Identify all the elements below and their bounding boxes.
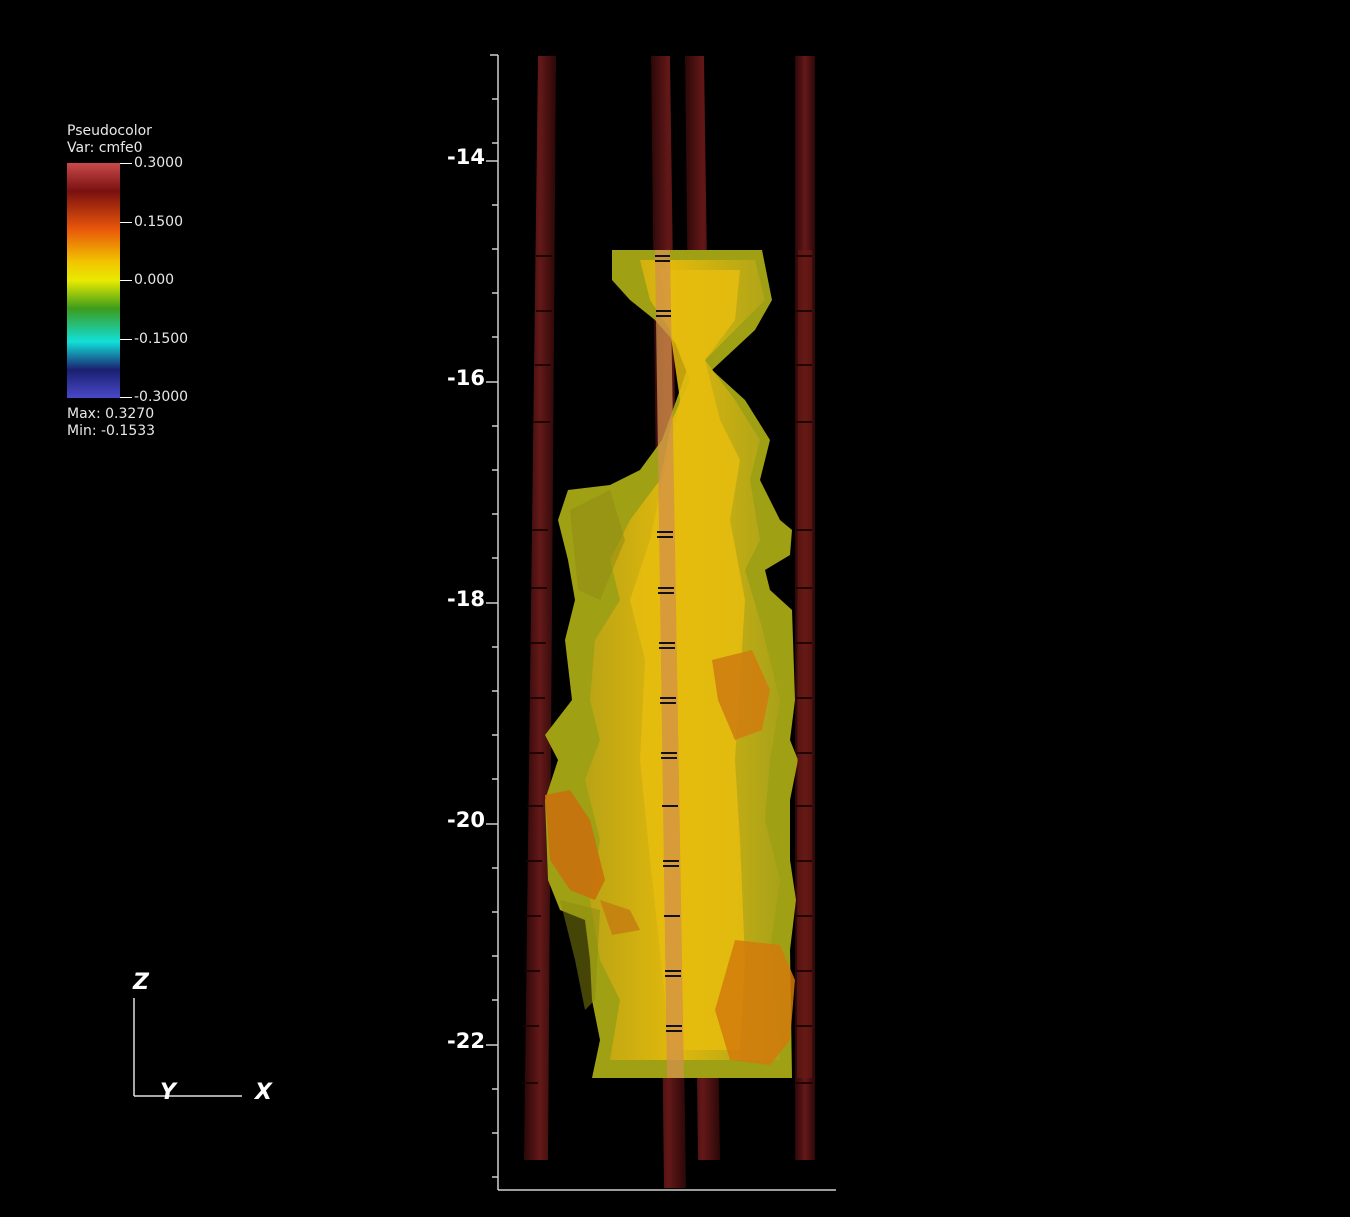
triad-y-label: Y [160,1080,176,1105]
legend-tick-label: -0.3000 [134,389,189,405]
legend-variable: Var: cmfe0 [67,140,143,156]
z-tick-label: -16 [447,366,485,390]
legend-max: Max: 0.3270 [67,406,155,422]
axis-triad [133,998,242,1097]
legend-title: Pseudocolor [67,123,152,139]
legend-color-bar [67,163,120,398]
legend-tick-label: 0.1500 [134,214,183,230]
legend-tick-label: 0.3000 [134,155,183,171]
triad-z-label: Z [133,970,149,995]
triad-x-label: X [255,1080,272,1105]
legend-tick [120,163,132,164]
legend-tick-label: -0.1500 [134,331,189,347]
legend-tick-label: 0.000 [134,272,175,288]
z-tick-label: -18 [447,587,485,611]
z-tick-label: -14 [447,145,485,169]
z-tick-label: -20 [447,808,485,832]
legend-tick [120,222,132,223]
legend-tick [120,280,132,281]
z-tick-label: -22 [447,1029,485,1053]
legend-min: Min: -0.1533 [67,423,156,439]
color-legend: Pseudocolor Var: cmfe0 0.3000 0.1500 0.0… [0,0,260,460]
legend-tick [120,339,132,340]
legend-tick [120,397,132,398]
